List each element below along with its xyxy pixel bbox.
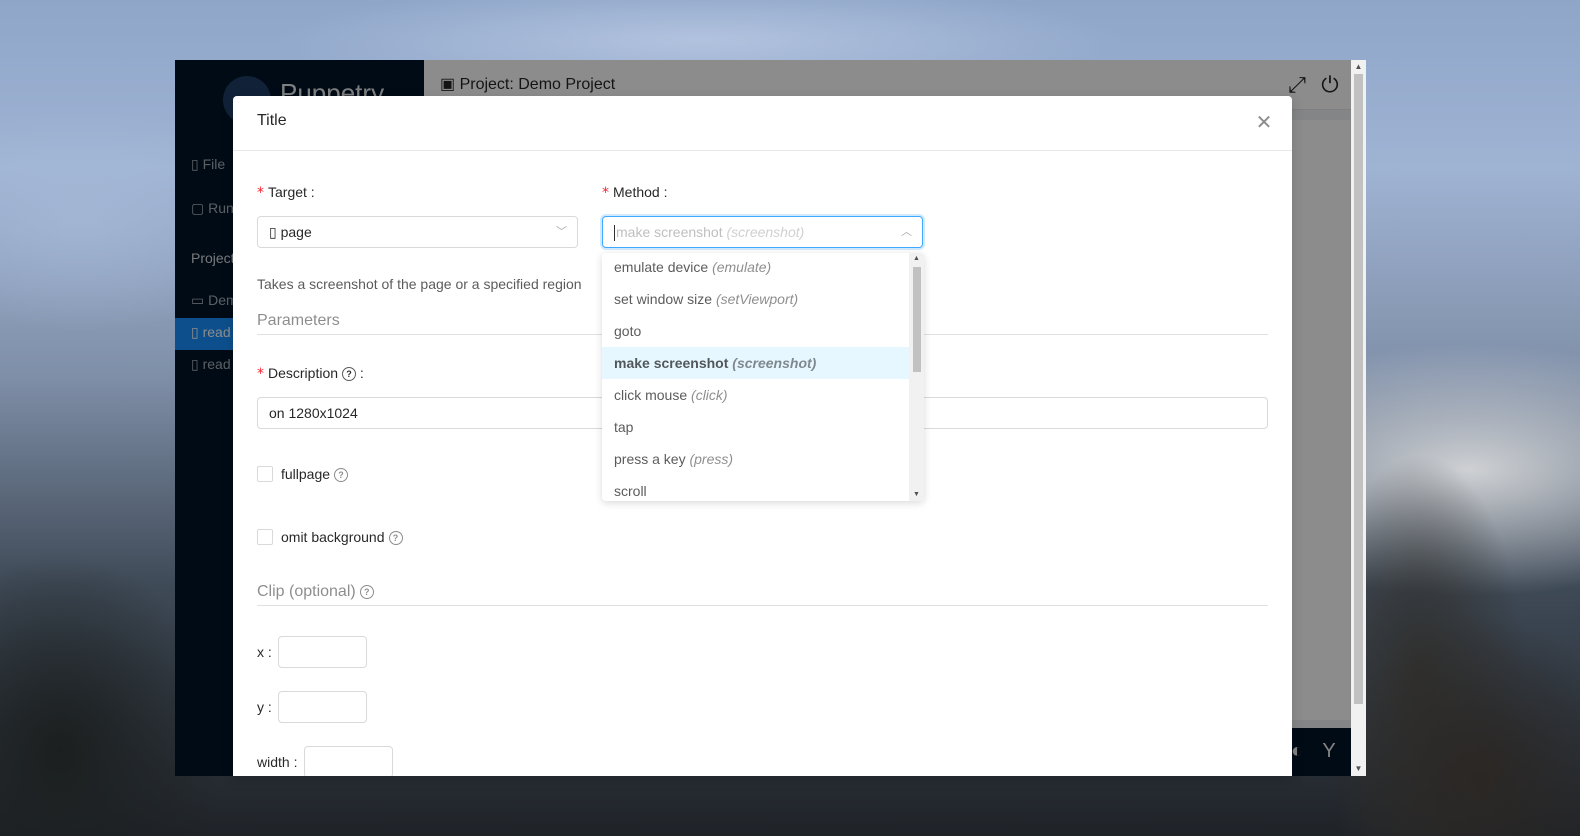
clip-y-label: y : [257, 699, 272, 715]
method-placeholder: make screenshot [616, 224, 723, 240]
scroll-up-arrow-icon[interactable]: ▲ [1351, 60, 1366, 74]
description-label-text: Description [268, 365, 339, 381]
method-option[interactable]: goto [602, 315, 909, 347]
clip-title: Clip (optional)? [257, 583, 1268, 606]
method-option-name: make screenshot [614, 355, 729, 371]
clip-width-label-text: width [257, 754, 290, 770]
modal-title: Title [257, 112, 287, 129]
method-option-name: press a key [614, 451, 686, 467]
method-option-name: scroll [614, 483, 647, 499]
method-label: * Method : [602, 184, 668, 201]
fullpage-label: fullpage? [281, 466, 349, 483]
method-option-name: goto [614, 323, 642, 339]
target-select[interactable]: ▯ page ﹀ [257, 216, 578, 248]
clip-width-input[interactable] [304, 746, 393, 776]
omit-background-label: omit background? [281, 529, 403, 546]
method-option-hint: (emulate) [712, 259, 772, 275]
question-circle-icon[interactable]: ? [359, 584, 374, 599]
clip-x-input[interactable] [278, 636, 367, 668]
method-option-hint: (press) [689, 451, 734, 467]
scroll-down-arrow-icon[interactable]: ▼ [909, 489, 924, 501]
omit-background-label-text: omit background [281, 529, 385, 545]
omit-background-checkbox[interactable] [257, 529, 273, 545]
target-select-value: page [280, 224, 312, 240]
method-option-name: click mouse [614, 387, 688, 403]
description-label: * Description? : [257, 365, 364, 382]
clip-title-text: Clip (optional) [257, 583, 356, 600]
fullpage-checkbox[interactable] [257, 466, 273, 482]
window-scrollbar-thumb[interactable] [1354, 74, 1363, 704]
clip-x-label-text: x [257, 644, 264, 660]
method-select[interactable]: make screenshot (screenshot) ︿ [602, 216, 923, 248]
method-option[interactable]: click mouse (click) [602, 379, 909, 411]
method-dropdown: emulate device (emulate) set window size … [602, 253, 924, 501]
question-circle-icon[interactable]: ? [388, 531, 403, 546]
method-label-text: Method [613, 184, 660, 200]
scroll-down-arrow-icon[interactable]: ▼ [1351, 762, 1366, 776]
method-placeholder-hint: (screenshot) [726, 224, 805, 240]
method-option[interactable]: tap [602, 411, 909, 443]
text-caret [614, 225, 615, 242]
target-label: * Target : [257, 184, 315, 201]
method-option[interactable]: emulate device (emulate) [602, 253, 909, 283]
method-option[interactable]: scroll [602, 475, 909, 501]
method-option[interactable]: press a key (press) [602, 443, 909, 475]
file-icon: ▯ [269, 224, 281, 240]
method-option-hint: (setViewport) [715, 291, 799, 307]
clip-y-input[interactable] [278, 691, 367, 723]
question-circle-icon[interactable]: ? [342, 367, 357, 382]
scroll-up-arrow-icon[interactable]: ▲ [909, 253, 924, 265]
dropdown-scrollbar-thumb[interactable] [913, 267, 921, 372]
fullpage-label-text: fullpage [281, 466, 331, 482]
modal-header: Title ✕ [233, 96, 1292, 151]
clip-y-label-text: y [257, 699, 264, 715]
question-circle-icon[interactable]: ? [334, 468, 349, 483]
dropdown-scrollbar[interactable]: ▲ ▼ [909, 253, 924, 501]
method-option[interactable]: make screenshot (screenshot) [602, 347, 909, 379]
chevron-up-icon: ︿ [901, 226, 912, 238]
clip-width-label: width : [257, 754, 298, 770]
method-option-hint: (click) [691, 387, 728, 403]
method-option[interactable]: set window size (setViewport) [602, 283, 909, 315]
clip-x-label: x : [257, 644, 272, 660]
method-option-name: tap [614, 419, 634, 435]
target-label-text: Target [268, 184, 307, 200]
method-description: Takes a screenshot of the page or a spec… [257, 276, 582, 292]
method-option-name: set window size [614, 291, 713, 307]
chevron-down-icon: ﹀ [556, 226, 567, 238]
window-scrollbar[interactable]: ▲ ▼ [1351, 60, 1366, 776]
parameters-title-text: Parameters [257, 312, 340, 329]
method-option-hint: (screenshot) [732, 355, 817, 371]
method-option-name: emulate device [614, 259, 709, 275]
close-icon[interactable]: ✕ [1251, 110, 1277, 136]
